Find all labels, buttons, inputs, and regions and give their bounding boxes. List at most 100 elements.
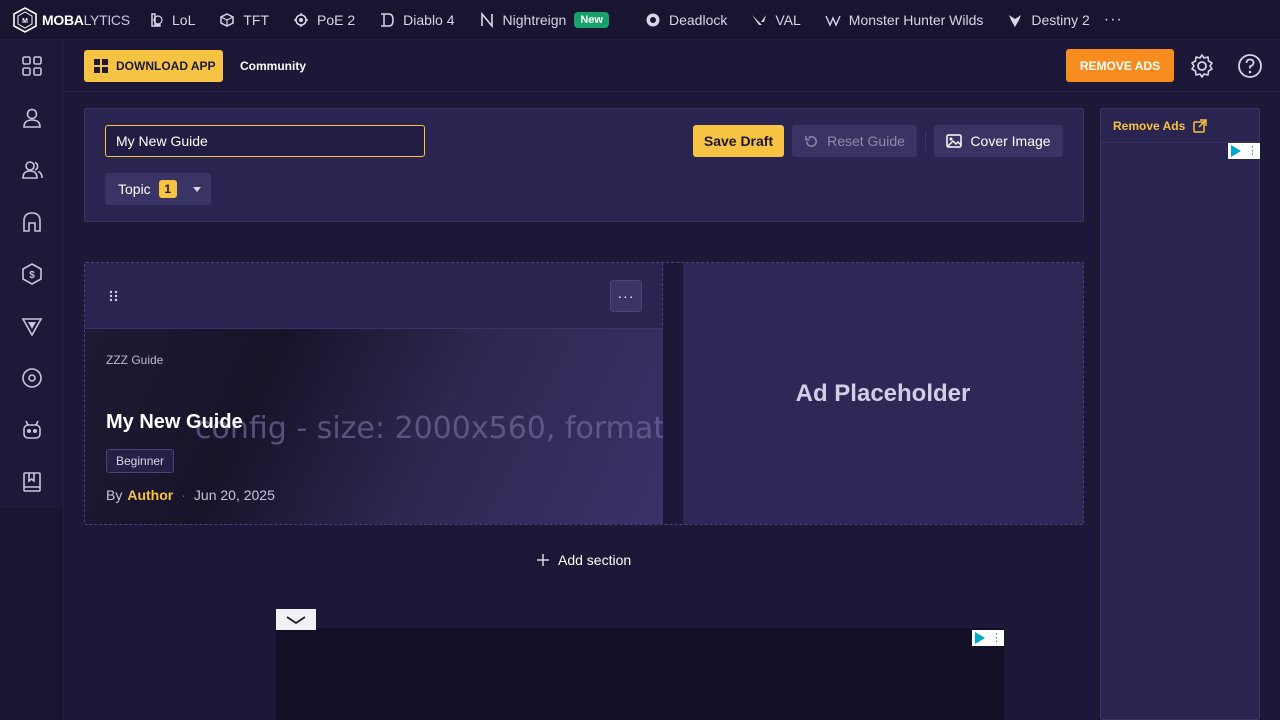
collapse-ad-button[interactable] — [276, 609, 316, 630]
svg-text:M: M — [22, 18, 28, 25]
external-link-icon — [1193, 118, 1207, 133]
guide-date: Jun 20, 2025 — [193, 487, 275, 503]
deadlock-icon — [646, 13, 660, 26]
remove-ads-link-label: Remove Ads — [1113, 118, 1186, 133]
user-icon — [23, 108, 41, 128]
valorant-icon — [752, 14, 767, 25]
top-navigation: M MOBALYTICS LoL TFT PoE 2 Diablo 4 Nigh… — [0, 0, 1280, 40]
game-tab-destiny2[interactable]: Destiny 2 — [995, 0, 1101, 40]
book-icon — [23, 472, 41, 492]
download-app-button[interactable]: DOWNLOAD APP — [84, 50, 223, 82]
game-tab-label: Diablo 4 — [403, 11, 455, 28]
game-tab-diablo4[interactable]: Diablo 4 — [367, 0, 466, 40]
destiny2-icon — [1009, 14, 1022, 27]
sidebar-item-apps[interactable] — [0, 40, 64, 92]
plus-icon — [537, 554, 549, 566]
tft-sidebar-icon — [21, 318, 43, 337]
mobalytics-logo[interactable]: M MOBALYTICS — [0, 6, 136, 33]
cover-image-label: Cover Image — [970, 133, 1051, 149]
gear-icon[interactable] — [1189, 53, 1215, 79]
sidebar-item-agents[interactable] — [0, 404, 64, 456]
lol-icon — [151, 12, 163, 27]
new-badge: New — [574, 11, 609, 28]
community-link[interactable]: Community — [240, 59, 306, 73]
reset-icon — [805, 135, 817, 147]
reset-guide-button[interactable]: Reset Guide — [792, 125, 917, 157]
toolbar-divider — [925, 131, 926, 151]
game-tab-label: Deadlock — [668, 11, 728, 28]
game-tab-poe2[interactable]: PoE 2 — [281, 0, 367, 40]
game-tab-tft[interactable]: TFT — [207, 0, 281, 40]
guide-category-tag: ZZZ Guide — [106, 353, 164, 367]
game-tab-label: Monster Hunter Wilds — [848, 11, 984, 28]
game-tab-valorant[interactable]: VAL — [739, 0, 812, 40]
image-icon — [946, 134, 963, 148]
sidebar-item-currency[interactable]: $ — [0, 248, 64, 300]
topic-label: Topic — [118, 181, 151, 197]
monster-hunter-icon — [825, 15, 841, 27]
right-ad-column: Remove Ads ⋮ — [1100, 108, 1260, 720]
game-tab-label: LoL — [172, 11, 196, 28]
guide-editor-header: Save Draft Reset Guide Cover Image Topic… — [84, 108, 1084, 222]
guide-header-section: ··· config - size: 2000x560, format: J Z… — [84, 262, 1084, 525]
windows-icon — [94, 59, 108, 73]
dollar-shield-icon: $ — [22, 263, 42, 285]
help-icon[interactable] — [1237, 53, 1263, 79]
adchoices-icon[interactable]: ⋮ — [972, 630, 1004, 646]
sidebar-item-tft[interactable] — [0, 300, 64, 352]
cover-image-button[interactable]: Cover Image — [934, 125, 1063, 157]
add-section-label: Add section — [558, 552, 632, 568]
guide-card-toolbar: ··· — [85, 263, 662, 329]
sidebar-item-disc[interactable] — [0, 352, 64, 404]
mobalytics-logo-icon: M — [13, 6, 37, 33]
guide-title-input[interactable] — [105, 125, 425, 157]
remove-ads-button[interactable]: REMOVE ADS — [1066, 49, 1174, 82]
save-draft-button[interactable]: Save Draft — [693, 125, 784, 157]
disc-icon — [22, 368, 42, 388]
tft-icon — [220, 12, 235, 27]
game-tab-label: VAL — [775, 11, 801, 28]
logo-text: MOBALYTICS — [42, 11, 130, 28]
game-tab-monster-hunter-wilds[interactable]: Monster Hunter Wilds — [813, 0, 996, 40]
bottom-ad-banner: ⋮ — [276, 628, 1004, 720]
chevron-down-icon — [286, 615, 306, 624]
reset-guide-label: Reset Guide — [827, 133, 905, 149]
svg-text:$: $ — [29, 270, 35, 281]
game-tab-deadlock[interactable]: Deadlock — [633, 0, 739, 40]
adchoices-icon[interactable]: ⋮ — [1228, 143, 1260, 159]
sidebar-item-guides[interactable] — [0, 456, 64, 508]
remove-ads-link[interactable]: Remove Ads — [1101, 109, 1259, 143]
cover-config-text: config - size: 2000x560, format: J — [195, 411, 663, 446]
helmet-icon — [23, 212, 41, 232]
byline-separator: · — [181, 487, 186, 503]
game-tab-nightreign[interactable]: Nightreign New — [467, 0, 621, 40]
poe2-icon — [294, 12, 309, 27]
grid-icon — [22, 56, 42, 76]
game-tab-lol[interactable]: LoL — [136, 0, 207, 40]
sidebar-item-friends[interactable] — [0, 144, 64, 196]
guide-preview-card: ··· config - size: 2000x560, format: J Z… — [85, 263, 663, 524]
game-tab-label: TFT — [243, 11, 270, 28]
sub-header-bar: DOWNLOAD APP Community REMOVE ADS — [64, 40, 1280, 92]
game-tab-label: PoE 2 — [317, 11, 356, 28]
more-options-button[interactable]: ··· — [610, 280, 642, 312]
guide-cover-banner: config - size: 2000x560, format: J ZZZ G… — [85, 329, 663, 524]
users-icon — [22, 161, 43, 179]
game-tab-label: Nightreign — [502, 11, 567, 28]
guide-title: My New Guide — [106, 411, 243, 433]
left-sidebar: $ — [0, 40, 64, 720]
more-games-icon[interactable]: ··· — [1104, 11, 1123, 29]
nightreign-icon — [480, 11, 493, 28]
sidebar-item-profile[interactable] — [0, 92, 64, 144]
guide-byline: By Author · Jun 20, 2025 — [106, 487, 275, 503]
sidebar-item-helmet[interactable] — [0, 196, 64, 248]
topic-count-badge: 1 — [158, 180, 177, 198]
topic-dropdown[interactable]: Topic 1 — [105, 173, 211, 205]
game-tab-label: Destiny 2 — [1031, 11, 1090, 28]
drag-handle-icon[interactable] — [109, 290, 119, 302]
add-section-button[interactable]: Add section — [536, 552, 631, 568]
by-label: By — [106, 487, 123, 503]
difficulty-badge: Beginner — [106, 449, 175, 473]
author-link[interactable]: Author — [127, 487, 173, 503]
diablo4-icon — [381, 12, 394, 27]
